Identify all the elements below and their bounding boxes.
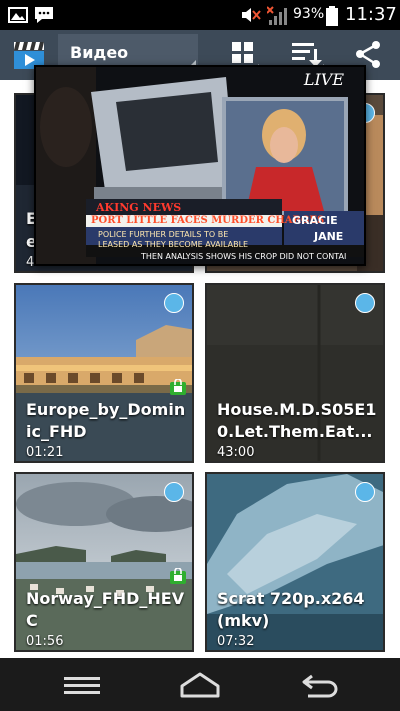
news-headline: PORT LITTLE FACES MURDER CHARGES — [91, 215, 325, 226]
video-name: Norway_FHD_HEV C — [26, 589, 185, 630]
live-label: LIVE — [303, 70, 344, 89]
home-icon[interactable] — [178, 670, 222, 700]
status-bar: 93% 11:37 — [0, 0, 400, 30]
anchor-name-first: GRACIE — [292, 214, 338, 227]
video-duration: 01:56 — [26, 634, 64, 649]
video-tile-house[interactable]: House.M.D.S05E1 0.Let.Them.Eat... 43:00 — [205, 283, 385, 463]
video-duration: 07:32 — [217, 634, 255, 649]
selection-dot[interactable] — [355, 482, 375, 502]
lock-icon — [170, 568, 186, 584]
category-title: Видео — [70, 43, 129, 62]
battery-percent: 93% — [293, 6, 325, 22]
battery-icon — [326, 6, 338, 26]
video-tile-norway[interactable]: Norway_FHD_HEV C 01:56 — [14, 472, 194, 652]
anchor-name-second: JANE — [314, 230, 344, 243]
selection-dot[interactable] — [164, 293, 184, 313]
video-name: Europe_by_Domin ic_FHD — [26, 400, 186, 441]
selection-dot[interactable] — [164, 482, 184, 502]
clock: 11:37 — [345, 4, 397, 25]
message-icon — [35, 7, 53, 23]
popup-video-player[interactable]: LIVE AKING NEWS PORT LITTLE FACES MURDER… — [34, 65, 366, 266]
signal-icon — [267, 6, 287, 25]
back-icon[interactable] — [298, 670, 342, 700]
lock-icon — [170, 379, 186, 395]
navigation-bar — [0, 658, 400, 711]
news-subtext: POLICE FURTHER DETAILS TO BE LEASED AS T… — [98, 230, 249, 249]
selection-dot[interactable] — [355, 293, 375, 313]
video-tile-scrat[interactable]: Scrat 720p.x264 (mkv) 07:32 — [205, 472, 385, 652]
video-duration: 43:00 — [217, 445, 255, 460]
video-duration: 01:21 — [26, 445, 64, 460]
video-tile-europe[interactable]: Europe_by_Domin ic_FHD 01:21 — [14, 283, 194, 463]
video-name: Scrat 720p.x264 (mkv) — [217, 589, 365, 630]
mute-icon — [242, 8, 261, 22]
menu-icon[interactable] — [62, 670, 102, 700]
news-crawl: THEN ANALYSIS SHOWS HIS CROP DID NOT CON… — [141, 252, 347, 261]
video-name: House.M.D.S05E1 0.Let.Them.Eat... — [217, 400, 377, 441]
breaking-news-label: AKING NEWS — [96, 201, 182, 214]
image-icon — [8, 7, 28, 23]
